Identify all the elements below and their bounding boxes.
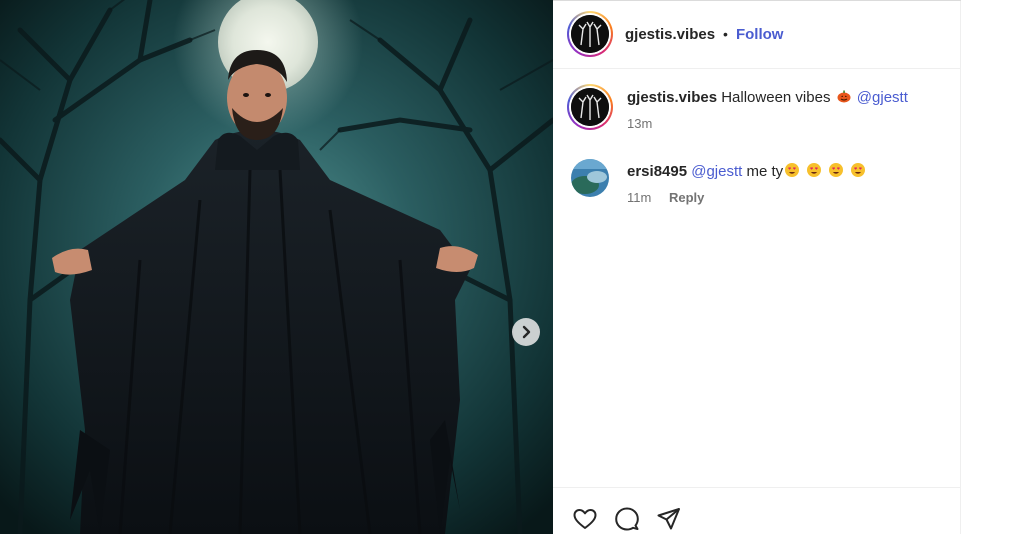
- heart-icon[interactable]: [571, 505, 599, 533]
- actions-divider: [553, 487, 961, 488]
- author-username[interactable]: gjestis.vibes: [625, 26, 715, 43]
- post-media: [0, 0, 553, 534]
- comment-item: ersi8495 @gjestt me ty 11m Reply: [567, 158, 867, 205]
- commenter-username[interactable]: ersi8495: [627, 163, 687, 180]
- heart-eyes-emoji: [807, 163, 822, 177]
- caption-username[interactable]: gjestis.vibes: [627, 89, 717, 106]
- separator-dot: •: [723, 26, 728, 42]
- comment-time: 11m: [627, 190, 652, 205]
- comment-text: me ty: [746, 163, 784, 180]
- pumpkin-emoji: [837, 90, 851, 103]
- caption-avatar[interactable]: [567, 84, 613, 130]
- share-icon[interactable]: [655, 505, 683, 533]
- post-header: gjestis.vibes • Follow: [553, 0, 961, 69]
- comment-icon[interactable]: [613, 505, 641, 533]
- action-bar: [571, 505, 683, 533]
- next-image-button[interactable]: [512, 318, 540, 346]
- post-details-panel: gjestis.vibes • Follow gjestis.vibes Hal…: [553, 0, 961, 534]
- comment-mention[interactable]: @gjestt: [691, 163, 742, 180]
- heart-eyes-emoji: [851, 163, 866, 177]
- chevron-right-icon: [522, 325, 531, 339]
- heart-eyes-emoji: [785, 163, 800, 177]
- reply-button[interactable]: Reply: [669, 190, 704, 205]
- post-caption: gjestis.vibes Halloween vibes @gjestt 13…: [567, 84, 908, 131]
- commenter-avatar[interactable]: [571, 159, 609, 197]
- author-avatar[interactable]: [567, 11, 613, 57]
- follow-button[interactable]: Follow: [736, 26, 784, 43]
- post-photo: [0, 0, 553, 534]
- heart-eyes-emoji: [829, 163, 844, 177]
- caption-time: 13m: [627, 116, 653, 131]
- caption-mention[interactable]: @gjestt: [857, 89, 908, 106]
- caption-text: Halloween vibes: [721, 89, 831, 106]
